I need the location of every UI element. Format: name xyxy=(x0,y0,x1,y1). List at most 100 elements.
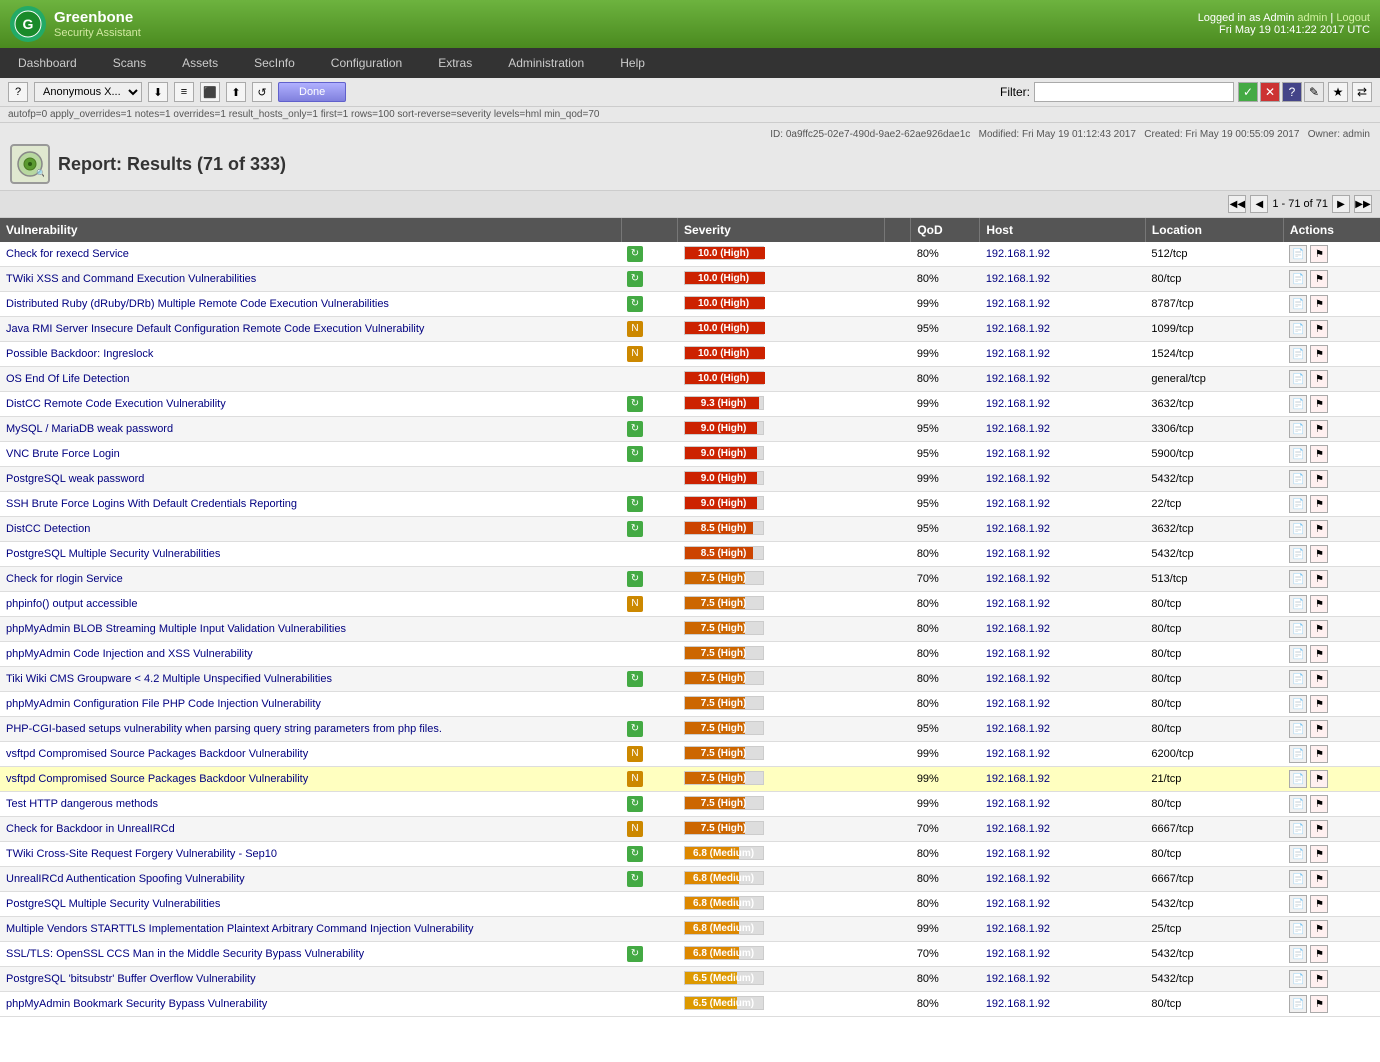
action-flag-button[interactable]: ⚑ xyxy=(1310,595,1328,613)
vuln-name-link[interactable]: phpMyAdmin BLOB Streaming Multiple Input… xyxy=(6,623,346,635)
host-link[interactable]: 192.168.1.92 xyxy=(986,373,1050,385)
action-flag-button[interactable]: ⚑ xyxy=(1310,295,1328,313)
host-link[interactable]: 192.168.1.92 xyxy=(986,648,1050,660)
action-details-button[interactable]: 📄 xyxy=(1289,370,1307,388)
host-link[interactable]: 192.168.1.92 xyxy=(986,723,1050,735)
host-link[interactable]: 192.168.1.92 xyxy=(986,473,1050,485)
filter-edit-button[interactable]: ✎ xyxy=(1304,82,1324,102)
action-details-button[interactable]: 📄 xyxy=(1289,420,1307,438)
action-flag-button[interactable]: ⚑ xyxy=(1310,470,1328,488)
action-flag-button[interactable]: ⚑ xyxy=(1310,845,1328,863)
action-details-button[interactable]: 📄 xyxy=(1289,445,1307,463)
nav-configuration[interactable]: Configuration xyxy=(313,48,420,78)
host-link[interactable]: 192.168.1.92 xyxy=(986,973,1050,985)
nav-administration[interactable]: Administration xyxy=(490,48,602,78)
export2-button[interactable]: ≡ xyxy=(174,82,194,102)
vuln-name-link[interactable]: Possible Backdoor: Ingreslock xyxy=(6,348,153,360)
host-link[interactable]: 192.168.1.92 xyxy=(986,398,1050,410)
vuln-name-link[interactable]: SSL/TLS: OpenSSL CCS Man in the Middle S… xyxy=(6,948,364,960)
filter-apply-button[interactable]: ✓ xyxy=(1238,82,1258,102)
action-flag-button[interactable]: ⚑ xyxy=(1310,395,1328,413)
action-details-button[interactable]: 📄 xyxy=(1289,720,1307,738)
host-link[interactable]: 192.168.1.92 xyxy=(986,698,1050,710)
host-link[interactable]: 192.168.1.92 xyxy=(986,673,1050,685)
action-flag-button[interactable]: ⚑ xyxy=(1310,545,1328,563)
nav-dashboard[interactable]: Dashboard xyxy=(0,48,95,78)
action-flag-button[interactable]: ⚑ xyxy=(1310,920,1328,938)
host-link[interactable]: 192.168.1.92 xyxy=(986,773,1050,785)
nav-help[interactable]: Help xyxy=(602,48,663,78)
vuln-name-link[interactable]: Test HTTP dangerous methods xyxy=(6,798,158,810)
vuln-name-link[interactable]: Tiki Wiki CMS Groupware < 4.2 Multiple U… xyxy=(6,673,332,685)
vuln-name-link[interactable]: UnrealIRCd Authentication Spoofing Vulne… xyxy=(6,873,245,885)
action-details-button[interactable]: 📄 xyxy=(1289,620,1307,638)
action-details-button[interactable]: 📄 xyxy=(1289,795,1307,813)
import-button[interactable]: ⬆ xyxy=(226,82,246,102)
action-details-button[interactable]: 📄 xyxy=(1289,545,1307,563)
action-flag-button[interactable]: ⚑ xyxy=(1310,445,1328,463)
action-details-button[interactable]: 📄 xyxy=(1289,520,1307,538)
action-flag-button[interactable]: ⚑ xyxy=(1310,495,1328,513)
nav-extras[interactable]: Extras xyxy=(420,48,490,78)
host-link[interactable]: 192.168.1.92 xyxy=(986,898,1050,910)
vuln-name-link[interactable]: Check for Backdoor in UnrealIRCd xyxy=(6,823,175,835)
host-link[interactable]: 192.168.1.92 xyxy=(986,998,1050,1010)
vuln-name-link[interactable]: MySQL / MariaDB weak password xyxy=(6,423,173,435)
action-flag-button[interactable]: ⚑ xyxy=(1310,620,1328,638)
host-link[interactable]: 192.168.1.92 xyxy=(986,523,1050,535)
nav-assets[interactable]: Assets xyxy=(164,48,236,78)
host-link[interactable]: 192.168.1.92 xyxy=(986,598,1050,610)
vuln-name-link[interactable]: PostgreSQL Multiple Security Vulnerabili… xyxy=(6,548,220,560)
action-flag-button[interactable]: ⚑ xyxy=(1310,570,1328,588)
vuln-name-link[interactable]: DistCC Detection xyxy=(6,523,90,535)
filter-help-button[interactable]: ? xyxy=(1282,82,1302,102)
action-flag-button[interactable]: ⚑ xyxy=(1310,770,1328,788)
host-link[interactable]: 192.168.1.92 xyxy=(986,923,1050,935)
filter-star-button[interactable]: ★ xyxy=(1328,82,1348,102)
action-flag-button[interactable]: ⚑ xyxy=(1310,520,1328,538)
action-details-button[interactable]: 📄 xyxy=(1289,570,1307,588)
action-details-button[interactable]: 📄 xyxy=(1289,595,1307,613)
action-details-button[interactable]: 📄 xyxy=(1289,820,1307,838)
action-details-button[interactable]: 📄 xyxy=(1289,470,1307,488)
nav-scans[interactable]: Scans xyxy=(95,48,164,78)
logout-link[interactable]: Logout xyxy=(1336,12,1370,24)
vuln-name-link[interactable]: phpMyAdmin Configuration File PHP Code I… xyxy=(6,698,321,710)
vuln-name-link[interactable]: Distributed Ruby (dRuby/DRb) Multiple Re… xyxy=(6,298,389,310)
action-details-button[interactable]: 📄 xyxy=(1289,770,1307,788)
action-details-button[interactable]: 📄 xyxy=(1289,695,1307,713)
host-link[interactable]: 192.168.1.92 xyxy=(986,323,1050,335)
page-first-button[interactable]: ◀◀ xyxy=(1228,195,1246,213)
user-select[interactable]: Anonymous X... xyxy=(34,82,142,102)
vuln-name-link[interactable]: phpinfo() output accessible xyxy=(6,598,137,610)
action-details-button[interactable]: 📄 xyxy=(1289,645,1307,663)
action-details-button[interactable]: 📄 xyxy=(1289,245,1307,263)
action-flag-button[interactable]: ⚑ xyxy=(1310,370,1328,388)
vuln-name-link[interactable]: TWiki Cross-Site Request Forgery Vulnera… xyxy=(6,848,277,860)
vuln-name-link[interactable]: PostgreSQL Multiple Security Vulnerabili… xyxy=(6,898,220,910)
vuln-name-link[interactable]: TWiki XSS and Command Execution Vulnerab… xyxy=(6,273,256,285)
host-link[interactable]: 192.168.1.92 xyxy=(986,848,1050,860)
host-link[interactable]: 192.168.1.92 xyxy=(986,948,1050,960)
action-details-button[interactable]: 📄 xyxy=(1289,395,1307,413)
action-flag-button[interactable]: ⚑ xyxy=(1310,320,1328,338)
action-details-button[interactable]: 📄 xyxy=(1289,895,1307,913)
vuln-name-link[interactable]: DistCC Remote Code Execution Vulnerabili… xyxy=(6,398,226,410)
filter-input[interactable] xyxy=(1034,82,1234,102)
host-link[interactable]: 192.168.1.92 xyxy=(986,498,1050,510)
vuln-name-link[interactable]: phpMyAdmin Code Injection and XSS Vulner… xyxy=(6,648,253,660)
filter-arrows-button[interactable]: ⇄ xyxy=(1352,82,1372,102)
vuln-name-link[interactable]: vsftpd Compromised Source Packages Backd… xyxy=(6,748,308,760)
action-flag-button[interactable]: ⚑ xyxy=(1310,645,1328,663)
host-link[interactable]: 192.168.1.92 xyxy=(986,423,1050,435)
vuln-name-link[interactable]: Check for rexecd Service xyxy=(6,248,129,260)
host-link[interactable]: 192.168.1.92 xyxy=(986,623,1050,635)
nav-secinfo[interactable]: SecInfo xyxy=(236,48,313,78)
help-icon-button[interactable]: ? xyxy=(8,82,28,102)
action-details-button[interactable]: 📄 xyxy=(1289,945,1307,963)
done-button[interactable]: Done xyxy=(278,82,346,102)
action-flag-button[interactable]: ⚑ xyxy=(1310,670,1328,688)
action-flag-button[interactable]: ⚑ xyxy=(1310,995,1328,1013)
host-link[interactable]: 192.168.1.92 xyxy=(986,273,1050,285)
action-details-button[interactable]: 📄 xyxy=(1289,495,1307,513)
